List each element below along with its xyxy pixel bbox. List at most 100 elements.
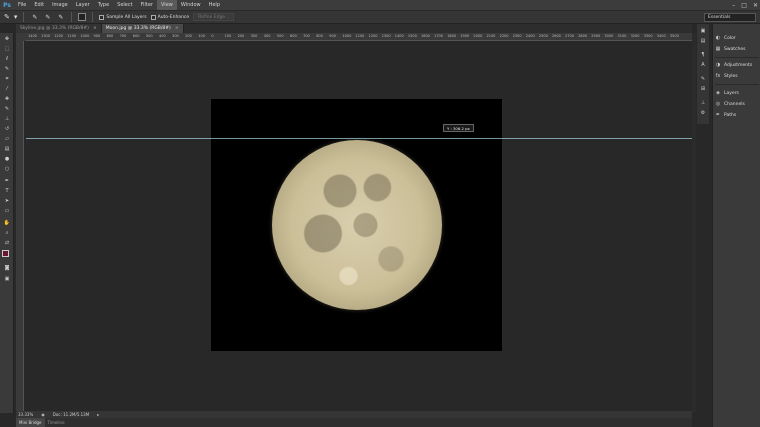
ruler-tick-label: 1700 bbox=[434, 34, 444, 38]
tab-timeline[interactable]: Timeline bbox=[45, 418, 68, 427]
paragraph-icon[interactable]: ¶ bbox=[699, 52, 707, 58]
panel-label: Layers bbox=[724, 90, 739, 96]
horizontal-ruler[interactable]: 1400 1300 1200 1100 1000 900 800 700 600 500 400 30… bbox=[26, 33, 692, 41]
tool-presets-icon[interactable]: ⚙ bbox=[699, 110, 707, 116]
brush-size-picker[interactable] bbox=[78, 13, 87, 21]
menu-type[interactable]: Type bbox=[94, 0, 113, 10]
document-image[interactable] bbox=[211, 99, 502, 351]
character-icon[interactable]: A bbox=[699, 62, 707, 68]
ruler-tick-label: 3000 bbox=[604, 34, 614, 38]
brush-presets-icon[interactable]: ✎ bbox=[699, 76, 707, 82]
lasso-icon[interactable]: ℓ bbox=[3, 56, 11, 63]
clone-stamp-icon[interactable]: ⊥ bbox=[3, 116, 11, 123]
ruler-tick-label: 1100 bbox=[355, 34, 365, 38]
tab-moon[interactable]: Moon.jpg @ 33.3% (RGB/8#) × bbox=[101, 24, 184, 33]
checkbox-box[interactable] bbox=[150, 14, 156, 20]
menu-layer[interactable]: Layer bbox=[72, 0, 94, 10]
vertical-scrollbar[interactable] bbox=[692, 33, 696, 413]
dodge-icon[interactable]: ○ bbox=[3, 166, 11, 173]
horizontal-guide[interactable] bbox=[26, 138, 692, 139]
menu-file[interactable]: File bbox=[14, 0, 30, 10]
properties-icon[interactable]: ▤ bbox=[699, 38, 707, 44]
close-icon[interactable]: × bbox=[175, 24, 179, 33]
sample-all-layers-checkbox[interactable]: Sample All Layers bbox=[99, 14, 147, 20]
menu-filter[interactable]: Filter bbox=[137, 0, 157, 10]
pen-icon[interactable]: ✒ bbox=[3, 178, 11, 185]
close-icon[interactable]: × bbox=[93, 24, 97, 33]
ruler-tick-label: 2400 bbox=[525, 34, 535, 38]
options-bar: ✎ ▾ ✎ ✎ ✎ Sample All Layers Auto-Enhance… bbox=[0, 10, 760, 24]
menu-image[interactable]: Image bbox=[48, 0, 72, 10]
ruler-corner[interactable] bbox=[16, 33, 26, 41]
menu-window[interactable]: Window bbox=[177, 0, 205, 10]
menu-help[interactable]: Help bbox=[205, 0, 224, 10]
close-button[interactable]: ✕ bbox=[753, 2, 758, 9]
checkbox-box[interactable] bbox=[99, 14, 105, 20]
auto-enhance-checkbox[interactable]: Auto-Enhance bbox=[150, 14, 189, 20]
tab-mini-bridge[interactable]: Mini Bridge bbox=[16, 418, 45, 427]
panel-channels[interactable]: ◎ Channels bbox=[715, 100, 745, 108]
quick-selection-icon[interactable]: ✎ bbox=[4, 13, 10, 21]
ruler-tick-label: 1500 bbox=[407, 34, 417, 38]
swap-colors-icon[interactable]: ⇄ bbox=[3, 240, 11, 247]
panel-layers[interactable]: ◈ Layers bbox=[715, 89, 739, 97]
tool-preset-arrow-icon[interactable]: ▾ bbox=[14, 13, 18, 21]
panel-label: Channels bbox=[724, 101, 745, 107]
history-brush-icon[interactable]: ↺ bbox=[3, 126, 11, 133]
ruler-tick-label: 500 bbox=[276, 34, 284, 38]
history-icon[interactable]: ▣ bbox=[699, 28, 707, 34]
eraser-icon[interactable]: ▱ bbox=[3, 136, 11, 143]
hand-icon[interactable]: ✋ bbox=[3, 220, 11, 227]
ruler-tick-label: 1800 bbox=[447, 34, 457, 38]
status-menu-arrow-icon[interactable]: ▸ bbox=[97, 412, 99, 417]
divider bbox=[715, 84, 759, 85]
clone-source-icon[interactable]: ⊥ bbox=[699, 100, 707, 106]
ruler-tick-label: 200 bbox=[185, 34, 192, 38]
workspace-select[interactable]: Essentials bbox=[704, 13, 756, 22]
ruler-tick-label: 3200 bbox=[630, 34, 640, 38]
add-to-selection-icon[interactable]: ✎ bbox=[43, 13, 52, 22]
panel-styles[interactable]: fx Styles bbox=[715, 72, 738, 80]
zoom-icon[interactable]: ⌕ bbox=[3, 230, 11, 237]
vertical-ruler[interactable] bbox=[16, 41, 24, 411]
menu-view[interactable]: View bbox=[157, 0, 177, 10]
quick-mask-icon[interactable]: ◙ bbox=[3, 265, 11, 272]
marquee-icon[interactable]: ⬚ bbox=[3, 46, 11, 53]
type-icon[interactable]: T bbox=[3, 188, 11, 195]
quick-selection-icon[interactable]: ✎ bbox=[3, 66, 11, 73]
info-icon[interactable]: ◉ bbox=[41, 412, 45, 417]
menu-edit[interactable]: Edit bbox=[30, 0, 48, 10]
healing-icon[interactable]: ✚ bbox=[3, 96, 11, 103]
maximize-button[interactable]: □ bbox=[741, 2, 747, 9]
move-icon[interactable]: ✥ bbox=[3, 36, 11, 43]
ruler-tick-label: 2300 bbox=[512, 34, 522, 38]
path-selection-icon[interactable]: ➤ bbox=[3, 198, 11, 205]
shape-icon[interactable]: ▭ bbox=[3, 208, 11, 215]
brush-icon[interactable]: ✎ bbox=[3, 106, 11, 113]
ruler-tick-label: 200 bbox=[237, 34, 245, 38]
panel-paths[interactable]: ✒ Paths bbox=[715, 111, 736, 119]
panel-color[interactable]: ◐ Color bbox=[715, 34, 736, 42]
screen-mode-icon[interactable]: ▣ bbox=[3, 276, 11, 283]
ruler-tick-label: 2800 bbox=[578, 34, 588, 38]
eyedropper-icon[interactable]: ⁄ bbox=[3, 86, 11, 93]
panel-adjustments[interactable]: ◑ Adjustments bbox=[715, 61, 752, 69]
zoom-level[interactable]: 33.33% bbox=[18, 412, 33, 417]
blur-icon[interactable]: ● bbox=[3, 156, 11, 163]
menu-select[interactable]: Select bbox=[113, 0, 136, 10]
tab-skyline[interactable]: Skyline.jpg @ 33.3% (RGB/8#) × bbox=[16, 24, 102, 33]
canvas-area[interactable]: Y : 306.2 px bbox=[26, 41, 692, 411]
ruler-tick-label: 700 bbox=[303, 34, 310, 38]
document-tabs: Skyline.jpg @ 33.3% (RGB/8#) × Moon.jpg … bbox=[16, 24, 692, 33]
refine-edge-button[interactable]: Refine Edge... bbox=[193, 13, 235, 21]
foreground-color-swatch[interactable] bbox=[2, 250, 9, 257]
subtract-from-selection-icon[interactable]: ✎ bbox=[56, 13, 65, 22]
minimize-button[interactable]: – bbox=[732, 2, 735, 9]
gradient-icon[interactable]: ▤ bbox=[3, 146, 11, 153]
panel-swatches[interactable]: ▦ Swatches bbox=[715, 45, 746, 53]
ruler-tick-label: 1000 bbox=[342, 34, 352, 38]
crop-icon[interactable]: ⌗ bbox=[3, 76, 11, 83]
brush-panel-icon[interactable]: ⊞ bbox=[699, 86, 707, 92]
new-selection-icon[interactable]: ✎ bbox=[30, 13, 39, 22]
ruler-tick-label: 1400 bbox=[28, 34, 37, 38]
